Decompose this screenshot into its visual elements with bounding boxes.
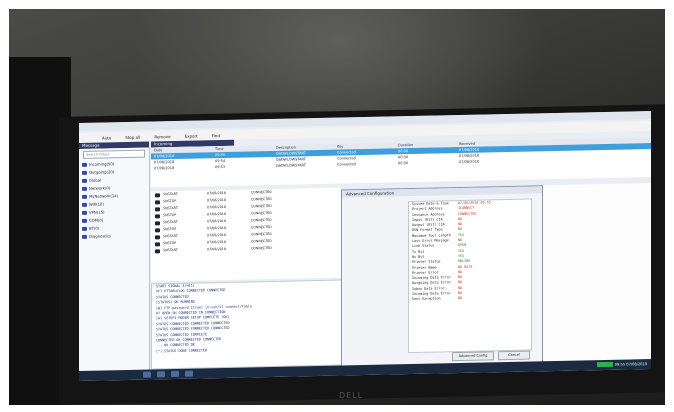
sidebar-item-label: MyNetwork(14) <box>89 193 119 199</box>
sidebar-list: Incoming(50) Outgoing(20) Global Network(0)… <box>79 160 149 241</box>
event-icon <box>155 248 160 253</box>
config-field-value: NO <box>458 296 463 301</box>
table-cell: Connected <box>337 162 356 167</box>
sidebar-item-label: Outgoing(20) <box>89 169 115 175</box>
advanced-config-dialog: Advanced Configuration System Date & Tim… <box>341 185 543 368</box>
event-list: SNSTART 07/08/2018 CONNECTED SNSTOP 07/08/20… <box>151 187 341 282</box>
toolbar-auto-button[interactable]: Auto <box>99 134 114 141</box>
table-cell: 07/08/2018 <box>154 166 175 171</box>
sidebar-item-label: VPN(15) <box>89 209 105 215</box>
sidebar: Search Filters Incoming(50) Outgoing(20) G… <box>79 147 150 371</box>
folder-icon <box>82 162 87 167</box>
config-field: Sent Exception NO <box>409 295 531 303</box>
event-icon <box>155 220 160 225</box>
start-icon[interactable] <box>143 371 151 378</box>
folder-icon <box>82 170 87 175</box>
folder-icon <box>82 226 87 231</box>
sidebar-item[interactable]: Diagnostics <box>79 232 149 241</box>
folder-icon <box>82 218 87 223</box>
list-cell: 07/08/2018 <box>207 246 227 252</box>
folder-icon <box>82 186 87 191</box>
table-cell: 07/08/2018 <box>459 159 480 165</box>
sidebar-item-label: BT(0) <box>89 225 100 231</box>
clock-time: 09:55 <box>614 362 626 367</box>
folder-icon <box>82 210 87 215</box>
dialog-fields: System Date & Time 07/08/2018 09:55 Projec… <box>408 198 532 354</box>
right-pane <box>543 183 651 362</box>
dialog-title: Advanced Configuration <box>342 186 542 198</box>
browser-icon[interactable] <box>171 370 179 378</box>
table-cell: DATAFLOWSTART <box>276 163 306 168</box>
toolbar-export-button[interactable]: Export <box>182 132 201 139</box>
event-icon <box>155 199 160 204</box>
tray-clock: 09:55 07/08/2018 <box>615 360 647 369</box>
monitor-photo: Auto Stop all Remove Export Find Message… <box>9 9 665 405</box>
explorer-icon[interactable] <box>157 371 165 378</box>
event-icon <box>155 206 160 211</box>
folder-icon <box>82 178 87 183</box>
log-console: START SIGNAL 4(H11) VFT PTTABLELOG CONNEC… <box>151 279 353 370</box>
photo-frame: Auto Stop all Remove Export Find Message… <box>0 0 674 412</box>
event-icon <box>155 213 160 218</box>
event-icon <box>155 234 160 239</box>
cancel-button[interactable]: Cancel <box>498 350 530 361</box>
table-cell: 00:00 <box>398 161 409 166</box>
sidebar-item-label: Wifi(18) <box>89 201 104 207</box>
app-icon[interactable] <box>185 370 193 377</box>
advanced-config-button[interactable]: Advanced Config <box>452 351 494 362</box>
monitor-brand-logo: DELL <box>339 391 364 400</box>
search-input[interactable]: Search Filters <box>83 149 145 159</box>
table-cell: 09:53 <box>215 164 226 170</box>
event-icon <box>155 192 160 197</box>
toolbar-remove-button[interactable]: Remove <box>151 133 173 140</box>
sidebar-item-label: Global <box>89 177 102 183</box>
clock-date: 07/08/2018 <box>626 362 647 367</box>
sidebar-item-label: Incoming(50) <box>89 161 115 167</box>
folder-icon <box>82 194 87 199</box>
sidebar-item-label: Diagnostics <box>89 233 112 239</box>
config-field-label: Sent Exception <box>412 296 441 302</box>
sidebar-item-label: COM(0) <box>89 217 104 223</box>
event-icon <box>155 227 160 232</box>
list-cell: SNSTART <box>163 247 178 253</box>
tray-indicator <box>597 361 613 368</box>
folder-icon <box>82 234 87 239</box>
sidebar-item-label: Network(0) <box>89 185 111 191</box>
folder-icon <box>82 202 87 207</box>
monitor-screen: Auto Stop all Remove Export Find Message… <box>79 111 651 381</box>
toolbar-stop-all-button[interactable]: Stop all <box>122 133 143 140</box>
list-cell: CONNECTED <box>251 245 272 251</box>
toolbar-find-button[interactable]: Find <box>209 131 223 138</box>
event-icon <box>155 241 160 246</box>
